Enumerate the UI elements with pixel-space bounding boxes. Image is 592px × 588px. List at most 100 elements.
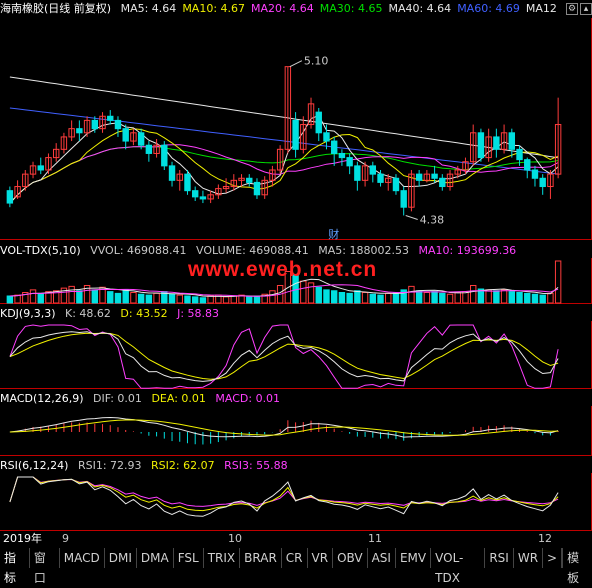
candle: [76, 128, 83, 134]
volume-bar: [439, 292, 446, 304]
indicator-tabs: 指标 窗口 MACD DMI DMA FSL TRIX BRAR CR VR OBV ASI EMV VO…: [0, 548, 592, 585]
date-month-12: 12: [538, 532, 552, 545]
tab-11[interactable]: ASI: [368, 548, 396, 568]
volume-bar: [191, 296, 199, 304]
kdj-k-line: [9, 331, 559, 382]
kdj-name: KDJ(9,3,3): [0, 307, 56, 320]
volume-bar: [246, 296, 253, 304]
volume-bar: [29, 289, 37, 304]
collapse-icon[interactable]: ▴: [580, 3, 592, 15]
rsi-chart[interactable]: [0, 473, 592, 531]
volume-bar: [300, 280, 307, 304]
volume-bar: [338, 292, 346, 304]
macd-dea: DEA: 0.01: [151, 392, 206, 405]
low-label: 4.38: [420, 213, 445, 226]
candle: [516, 148, 523, 161]
volume-bar: [539, 294, 546, 304]
volume-bar: [222, 296, 230, 304]
tab-7[interactable]: BRAR: [240, 548, 282, 568]
volume-bar: [114, 292, 122, 304]
volume-indicator-name: VOL-TDX(5,10): [0, 244, 81, 257]
macd-chart[interactable]: [0, 406, 592, 456]
candle: [338, 152, 346, 159]
date-axis: 2019年 9 10 11 12: [0, 532, 592, 546]
volume-bar: [330, 290, 338, 304]
ma-label-1: MA10: 4.67: [182, 2, 246, 15]
volume-bar: [354, 290, 361, 304]
volume-bar: [531, 293, 539, 304]
volume-bar: [431, 291, 438, 304]
tab-5[interactable]: FSL: [174, 548, 204, 568]
volume-bar: [315, 286, 322, 304]
ma-label-4: MA40: 4.64: [388, 2, 452, 15]
volume-bar: [377, 294, 384, 304]
date-year: 2019年: [3, 532, 42, 545]
ma-label-0: MA5: 4.64: [120, 2, 177, 15]
candle: [346, 157, 353, 167]
volume-bar: [369, 293, 377, 304]
ma-label-6: MA12: [525, 2, 557, 15]
tab-3[interactable]: DMI: [105, 548, 137, 568]
candle: [37, 165, 44, 171]
price-pane[interactable]: 5.10 4.38 财: [0, 18, 592, 240]
tab-12[interactable]: EMV: [396, 548, 432, 568]
tab-1[interactable]: 窗口: [30, 548, 60, 585]
tab-0[interactable]: 指标: [0, 548, 30, 585]
macd-value: MACD: 0.01: [215, 392, 281, 405]
kdj-chart[interactable]: [0, 321, 592, 389]
kdj-j-line: [9, 324, 559, 389]
candle: [184, 173, 191, 192]
tab-4[interactable]: DMA: [137, 548, 174, 568]
kdj-j: J: 58.83: [177, 307, 220, 320]
volume-bar: [168, 293, 176, 304]
high-marker-line: [289, 60, 303, 68]
macd-pane[interactable]: [0, 406, 592, 456]
volume-bar: [323, 289, 330, 304]
candle: [354, 165, 361, 181]
template-button[interactable]: 模板: [562, 548, 592, 585]
candle: [400, 190, 407, 208]
candle: [122, 128, 129, 142]
candle: [415, 173, 423, 181]
candle: [145, 144, 153, 154]
tab-10[interactable]: OBV: [333, 548, 368, 568]
volume-bar: [500, 289, 508, 304]
price-header: 海南橡胶(日线 前复权) MA5: 4.64 MA10: 4.67 MA20: 4.…: [0, 0, 592, 18]
volume-bar: [68, 285, 75, 304]
settings-icon[interactable]: ⚙: [566, 3, 578, 15]
tab-13[interactable]: VOL-TDX: [431, 548, 486, 585]
candle: [531, 169, 539, 179]
candle: [246, 177, 253, 183]
volume-bar: [446, 293, 454, 304]
tab-14[interactable]: RSI: [485, 548, 514, 568]
volume-bar: [423, 292, 431, 304]
rsi2-value: RSI2: 62.07: [151, 459, 215, 472]
volume-bar: [6, 295, 14, 304]
volume-bar: [462, 291, 469, 304]
candle: [168, 165, 176, 181]
event-marker: 财: [328, 227, 339, 240]
candle: [323, 132, 330, 142]
tab-6[interactable]: TRIX: [204, 548, 241, 568]
tab-15[interactable]: WR: [514, 548, 544, 568]
tab-8[interactable]: CR: [282, 548, 308, 568]
candlestick-chart[interactable]: 5.10 4.38 财: [0, 18, 592, 240]
rsi-name: RSI(6,12,24): [0, 459, 69, 472]
tab-9[interactable]: VR: [308, 548, 334, 568]
volume-bar: [269, 290, 276, 304]
tab-16[interactable]: >: [543, 548, 563, 568]
volume-bar: [91, 289, 99, 304]
rsi1-value: RSI1: 72.93: [77, 459, 142, 472]
vvol-value: VVOL: 469088.41: [90, 244, 187, 257]
candle: [330, 140, 338, 154]
volume-bar: [485, 289, 492, 304]
rsi1-line: [9, 476, 559, 517]
rsi-pane[interactable]: [0, 473, 592, 531]
macd-dif: DIF: 0.01: [93, 392, 142, 405]
macd-dea-line: [9, 419, 559, 436]
kdj-pane[interactable]: [0, 321, 592, 389]
tab-2[interactable]: MACD: [60, 548, 105, 568]
volume-bar: [122, 289, 129, 304]
vol-ma5-value: MA5: 188002.53: [318, 244, 409, 257]
candle: [524, 159, 531, 171]
